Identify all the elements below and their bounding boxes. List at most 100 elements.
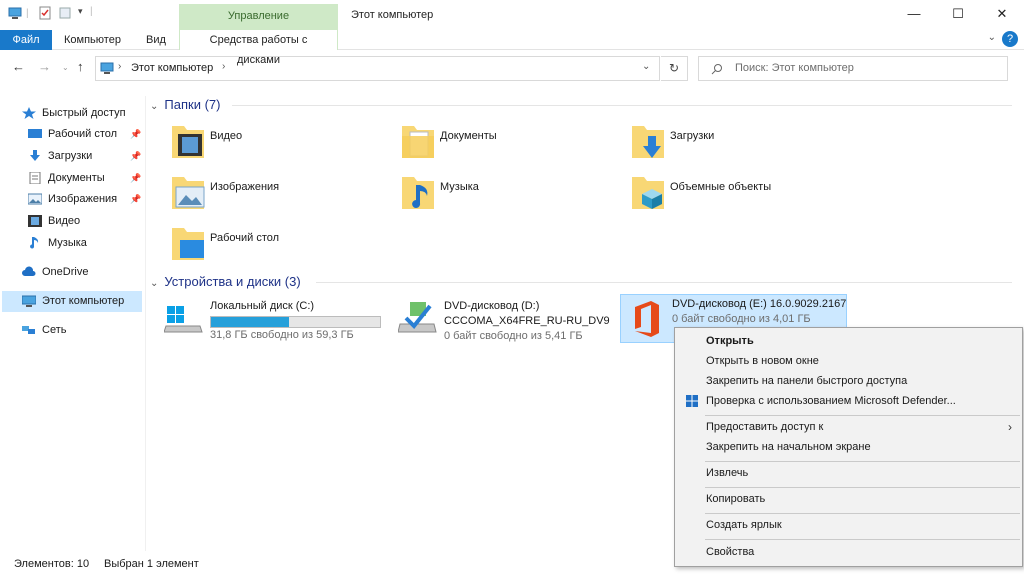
sidebar-item-video[interactable]: Видео bbox=[28, 211, 146, 232]
hard-drive-icon bbox=[164, 306, 203, 333]
desktop-folder-icon bbox=[172, 228, 204, 260]
breadcrumb[interactable]: Этот компьютер bbox=[131, 62, 213, 74]
status-item-count: Элементов: 10 bbox=[14, 558, 90, 570]
music-folder-icon bbox=[402, 177, 434, 209]
folder-item-3d-objects[interactable]: Объемные объекты bbox=[630, 173, 850, 217]
downloads-folder-icon bbox=[632, 126, 664, 158]
help-button[interactable]: ? bbox=[1002, 31, 1018, 47]
defender-icon bbox=[686, 395, 698, 407]
folder-item-desktop[interactable]: Рабочий стол bbox=[170, 224, 390, 268]
sidebar-item-onedrive[interactable]: OneDrive bbox=[22, 262, 142, 283]
search-icon bbox=[711, 64, 722, 75]
navigation-bar: ← → ⌄ ↑ › Этот компьютер › ⌄ ↻ Поиск: Эт… bbox=[0, 54, 1024, 82]
video-icon bbox=[28, 215, 42, 227]
chevron-down-icon: ⌄ bbox=[150, 278, 159, 289]
ribbon-tabs: Файл Компьютер Вид Средства работы с дис… bbox=[0, 28, 1024, 66]
menu-item-give-access[interactable]: Предоставить доступ к › bbox=[677, 417, 1020, 437]
divider bbox=[232, 105, 1012, 106]
sidebar-item-this-pc[interactable]: Этот компьютер bbox=[2, 291, 142, 312]
address-bar[interactable]: › Этот компьютер › ⌄ bbox=[95, 56, 660, 81]
breadcrumb-separator-icon[interactable]: › bbox=[118, 61, 121, 72]
sidebar-item-downloads[interactable]: Загрузки 📌 bbox=[28, 146, 146, 167]
up-arrow-icon[interactable]: ↑ bbox=[77, 59, 84, 74]
computer-icon bbox=[100, 62, 114, 74]
folder-item-video[interactable]: Видео bbox=[170, 122, 390, 166]
divider bbox=[316, 282, 1012, 283]
menu-item-copy[interactable]: Копировать bbox=[677, 489, 1020, 509]
music-icon bbox=[30, 237, 39, 249]
close-button[interactable]: ✕ bbox=[980, 0, 1024, 28]
tab-computer[interactable]: Компьютер bbox=[56, 30, 129, 50]
pictures-folder-icon bbox=[172, 177, 205, 209]
customize-toolbar-icon[interactable]: ▾ bbox=[78, 6, 83, 17]
forward-arrow-icon[interactable]: → bbox=[38, 59, 51, 74]
menu-item-open-new-window[interactable]: Открыть в новом окне bbox=[677, 351, 1020, 371]
3d-objects-folder-icon bbox=[632, 177, 664, 209]
group-header-folders[interactable]: ⌄ Папки (7) bbox=[150, 97, 220, 112]
properties-icon[interactable] bbox=[38, 6, 52, 20]
menu-item-eject[interactable]: Извлечь bbox=[677, 463, 1020, 483]
chevron-down-icon: ⌄ bbox=[150, 101, 159, 112]
minimize-button[interactable]: — bbox=[892, 0, 936, 28]
network-icon bbox=[22, 326, 35, 334]
status-selected-count: Выбран 1 элемент bbox=[104, 558, 199, 570]
pin-icon[interactable]: 📌 bbox=[130, 124, 141, 145]
search-placeholder: Поиск: Этот компьютер bbox=[735, 62, 854, 74]
folder-item-pictures[interactable]: Изображения bbox=[170, 173, 390, 217]
sidebar-item-music[interactable]: Музыка bbox=[28, 233, 146, 254]
download-icon bbox=[30, 150, 40, 161]
menu-item-properties[interactable]: Свойства bbox=[677, 542, 1020, 562]
new-folder-icon[interactable] bbox=[58, 6, 72, 20]
sidebar-item-pictures[interactable]: Изображения 📌 bbox=[28, 189, 146, 210]
divider: | bbox=[26, 8, 29, 19]
context-menu: Открыть Открыть в новом окне Закрепить н… bbox=[674, 327, 1023, 567]
computer-icon[interactable] bbox=[8, 6, 22, 20]
search-input[interactable]: Поиск: Этот компьютер bbox=[698, 56, 1008, 81]
drive-usage-bar bbox=[210, 316, 381, 328]
ribbon-expand-icon[interactable]: ⌄ bbox=[988, 32, 996, 43]
star-icon bbox=[22, 107, 36, 119]
menu-separator bbox=[705, 513, 1020, 514]
tab-file[interactable]: Файл bbox=[0, 30, 52, 50]
drive-item-d[interactable]: DVD-дисковод (D:) CCCOMA_X64FRE_RU-RU_DV… bbox=[398, 296, 610, 344]
title-bar: | ▾ | Управление Этот компьютер — ☐ ✕ bbox=[0, 0, 1024, 30]
drive-usage-fill bbox=[211, 317, 289, 327]
folder-item-downloads[interactable]: Загрузки bbox=[630, 122, 850, 166]
sidebar-item-quick-access[interactable]: Быстрый доступ bbox=[22, 103, 142, 124]
drive-item-c[interactable]: Локальный диск (C:) 31,8 ГБ свободно из … bbox=[164, 296, 389, 344]
dvd-drive-icon bbox=[398, 302, 437, 333]
menu-item-open[interactable]: Открыть bbox=[677, 331, 1020, 351]
menu-item-pin-start[interactable]: Закрепить на начальном экране bbox=[677, 437, 1020, 457]
recent-locations-icon[interactable]: ⌄ bbox=[62, 63, 69, 72]
tab-view[interactable]: Вид bbox=[138, 30, 174, 50]
breadcrumb-separator-icon[interactable]: › bbox=[222, 61, 225, 72]
pin-icon[interactable]: 📌 bbox=[130, 168, 141, 189]
maximize-button[interactable]: ☐ bbox=[936, 0, 980, 28]
documents-folder-icon bbox=[402, 126, 434, 158]
menu-separator bbox=[705, 461, 1020, 462]
menu-separator bbox=[705, 415, 1020, 416]
refresh-button[interactable]: ↻ bbox=[661, 56, 688, 81]
cloud-icon bbox=[22, 266, 36, 276]
navigation-pane: Быстрый доступ Рабочий стол 📌 Загрузки 📌… bbox=[0, 96, 146, 551]
video-folder-icon bbox=[172, 126, 204, 158]
menu-item-defender-scan[interactable]: Проверка с использованием Microsoft Defe… bbox=[677, 391, 1020, 411]
window-title: Этот компьютер bbox=[351, 9, 434, 21]
menu-item-pin-quick-access[interactable]: Закрепить на панели быстрого доступа bbox=[677, 371, 1020, 391]
sidebar-item-desktop[interactable]: Рабочий стол 📌 bbox=[28, 124, 146, 145]
address-dropdown-icon[interactable]: ⌄ bbox=[642, 61, 650, 72]
menu-item-create-shortcut[interactable]: Создать ярлык bbox=[677, 515, 1020, 535]
chevron-right-icon: › bbox=[1008, 420, 1012, 434]
group-header-devices[interactable]: ⌄ Устройства и диски (3) bbox=[150, 274, 301, 289]
sidebar-item-network[interactable]: Сеть bbox=[22, 320, 142, 341]
pin-icon[interactable]: 📌 bbox=[130, 146, 141, 167]
back-arrow-icon[interactable]: ← bbox=[12, 59, 25, 74]
sidebar-item-documents[interactable]: Документы 📌 bbox=[28, 168, 146, 189]
menu-separator bbox=[705, 539, 1020, 540]
folder-item-music[interactable]: Музыка bbox=[400, 173, 620, 217]
folder-item-documents[interactable]: Документы bbox=[400, 122, 620, 166]
tab-drive-tools[interactable]: Средства работы с дисками bbox=[179, 30, 338, 66]
menu-separator bbox=[705, 487, 1020, 488]
computer-icon bbox=[22, 295, 36, 307]
pin-icon[interactable]: 📌 bbox=[130, 189, 141, 210]
